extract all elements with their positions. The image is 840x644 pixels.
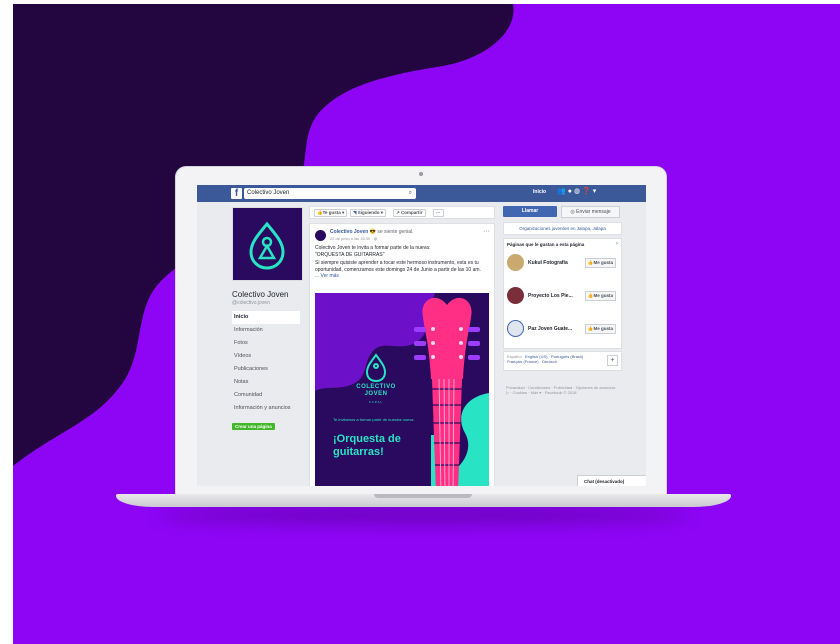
post-text: Colectivo Joven te invita a formar parte…: [315, 245, 490, 280]
friends-icon[interactable]: 👥: [557, 188, 568, 195]
following-button[interactable]: ◥ Siguiendo ▾: [350, 209, 386, 217]
poster-brand-line-1: COLECTIVO: [356, 384, 396, 390]
send-message-button[interactable]: ◎ Enviar mensaje: [561, 206, 620, 218]
liked-page-avatar: [507, 287, 524, 304]
liked-pages-card: Páginas que le gustan a esta página › Ku…: [503, 238, 622, 349]
menu-item-notas[interactable]: Notas: [232, 376, 302, 389]
language-list: Español · English (US) · Português (Bras…: [507, 354, 602, 364]
footer-links[interactable]: Privacidad · Condiciones · Publicidad · …: [506, 385, 616, 395]
facebook-topbar: f Colectivo Joven ⌕ Inicio 👥●◍❓▾: [197, 185, 646, 202]
page-name: Colectivo Joven: [232, 290, 289, 299]
language-more-links[interactable]: Français (France) · Deutsch: [507, 359, 557, 364]
menu-item-anuncios[interactable]: Información y anuncios: [232, 402, 302, 415]
share-button[interactable]: ↗ Compartir: [393, 209, 426, 217]
call-button[interactable]: Llamar: [503, 206, 557, 217]
poster-brand-line-2: JOVEN: [364, 391, 388, 397]
liked-page-name[interactable]: Proyecto Los Pie...: [528, 293, 573, 299]
search-input[interactable]: Colectivo Joven ⌕: [244, 188, 416, 199]
page-menu: Inicio Información Fotos Vídeos Publicac…: [232, 311, 302, 415]
globe-icon[interactable]: ◍: [574, 188, 582, 195]
post-line-2: "ORQUESTA DE GUITARRAS": [315, 251, 385, 258]
category-link[interactable]: Organizaciones juveniles en Jalapa, Jala…: [503, 222, 622, 235]
left-column: Colectivo Joven @colectivo.joven Inicio …: [232, 207, 303, 433]
share-icon: ↗: [396, 210, 400, 215]
add-language-button[interactable]: +: [607, 355, 618, 366]
liked-page-name[interactable]: Kukul Fotografía: [528, 260, 568, 266]
like-label: Me gusta: [593, 293, 613, 298]
menu-item-videos[interactable]: Vídeos: [232, 350, 302, 363]
nav-home-link[interactable]: Inicio: [533, 189, 546, 195]
like-button[interactable]: 👍Me gusta: [584, 291, 616, 301]
liked-page-item[interactable]: Paz Joven Guate... 👍Me gusta: [507, 317, 618, 341]
liked-page-name[interactable]: Paz Joven Guate...: [528, 326, 572, 332]
chevron-down-icon[interactable]: ▾: [593, 188, 599, 195]
camera-dot: [419, 172, 423, 176]
search-value: Colectivo Joven: [247, 190, 290, 196]
post-image[interactable]: COLECTIVO JOVEN XAPAL Te invitamos a form…: [315, 293, 489, 486]
menu-item-inicio[interactable]: Inicio: [232, 311, 300, 324]
like-label: Me gusta: [593, 260, 613, 265]
nav-icons: 👥●◍❓▾: [557, 187, 598, 195]
post-feeling: se siente genial.: [377, 229, 414, 235]
poster-invite: Te invitamos a formar parte de nuestra n…: [333, 417, 414, 422]
like-button[interactable]: 👍Me gusta: [584, 258, 616, 268]
language-card: Español · English (US) · Português (Bras…: [503, 351, 622, 371]
laptop-notch: [374, 494, 472, 498]
send-message-label: Enviar mensaje: [576, 209, 611, 215]
laptop-base: [116, 494, 731, 507]
globe-small-icon: ◍: [373, 236, 378, 241]
rss-icon: ◥: [353, 210, 357, 215]
author-name: Colectivo Joven: [330, 229, 369, 235]
colectivo-logo-icon: [249, 221, 285, 270]
liked-page-avatar: [507, 254, 524, 271]
create-page-button[interactable]: Crear una página: [232, 423, 275, 430]
like-label: Me gusta: [593, 326, 613, 331]
laptop-screen: f Colectivo Joven ⌕ Inicio 👥●◍❓▾ Colecti…: [197, 185, 646, 486]
chat-bar[interactable]: Chat (desactivado): [577, 475, 646, 486]
liked-page-item[interactable]: Kukul Fotografía 👍Me gusta: [507, 251, 618, 275]
see-more-link[interactable]: ... Ver más: [315, 273, 339, 279]
facebook-logo-icon[interactable]: f: [231, 188, 242, 199]
liked-page-avatar: [507, 320, 524, 337]
search-icon[interactable]: ⌕: [409, 188, 412, 199]
post-date: 22 de junio a las 16:30 · ◍: [330, 236, 377, 241]
like-button[interactable]: 👍Me gusta: [584, 324, 616, 334]
menu-item-publicaciones[interactable]: Publicaciones: [232, 363, 302, 376]
following-label: Siguiendo ▾: [357, 210, 383, 215]
messenger-icon: ◎: [570, 209, 575, 215]
post-options-icon[interactable]: ···: [483, 228, 490, 235]
share-label: Compartir: [401, 210, 423, 215]
more-options-button[interactable]: ···: [433, 209, 444, 217]
page-action-bar: 👍Te gusta ▾ ◥ Siguiendo ▾ ↗ Compartir ··…: [309, 206, 495, 219]
post-date-text: 22 de junio a las 16:30 ·: [330, 236, 374, 241]
author-avatar[interactable]: [315, 230, 326, 241]
liked-page-item[interactable]: Proyecto Los Pie... 👍Me gusta: [507, 284, 618, 308]
poster-subbrand: XAPAL: [368, 400, 384, 404]
post-line-3: Si siempre quisiste aprender a tocar est…: [315, 260, 481, 273]
menu-item-comunidad[interactable]: Comunidad: [232, 389, 302, 402]
laptop-bezel: f Colectivo Joven ⌕ Inicio 👥●◍❓▾ Colecti…: [176, 167, 666, 494]
menu-item-informacion[interactable]: Información: [232, 324, 302, 337]
laptop-shadow: [160, 506, 690, 524]
help-icon[interactable]: ❓: [582, 188, 593, 195]
liked-pages-heading: Páginas que le gustan a esta página: [507, 242, 585, 247]
like-label: Te gusta ▾: [322, 210, 345, 215]
page-handle: @colectivo.joven: [232, 300, 270, 306]
like-page-button[interactable]: 👍Te gusta ▾: [314, 209, 348, 217]
menu-item-fotos[interactable]: Fotos: [232, 337, 302, 350]
poster-brand: COLECTIVO JOVEN: [341, 384, 411, 398]
poster-title: ¡Orquesta de guitarras!: [333, 433, 401, 458]
profile-picture[interactable]: [232, 207, 303, 281]
post-author[interactable]: Colectivo Joven 😎 se siente genial.: [330, 229, 414, 235]
chevron-right-icon[interactable]: ›: [616, 241, 618, 247]
post-card: Colectivo Joven 😎 se siente genial. 22 d…: [309, 223, 495, 486]
